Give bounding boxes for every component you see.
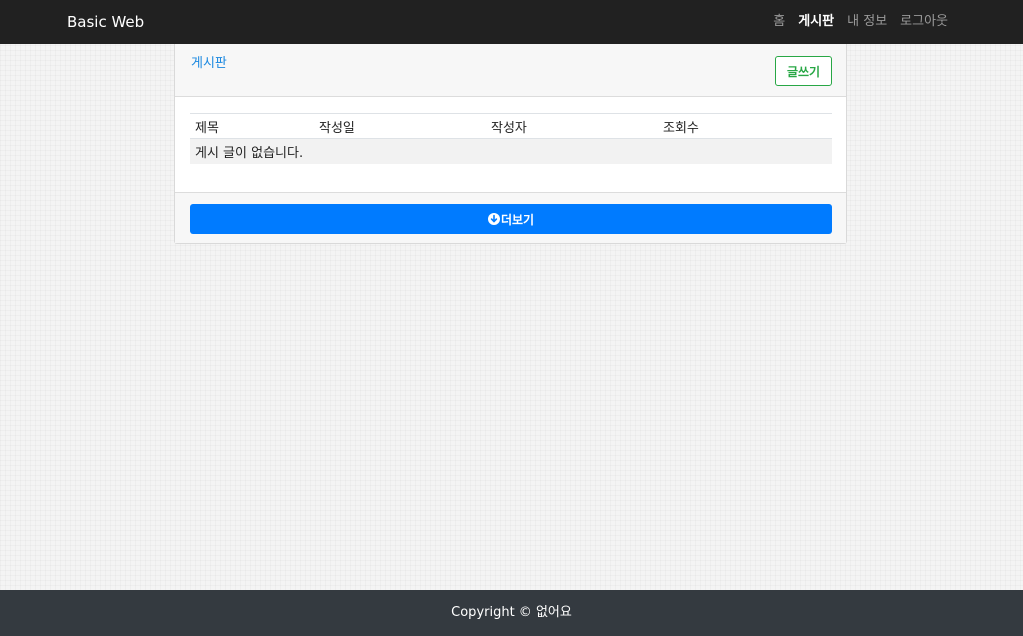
column-header-title[interactable]: 제목	[190, 113, 314, 139]
page-footer: Copyright © 없어요	[0, 590, 1023, 636]
board-card: 게시판 글쓰기 제목 작성일 작성자 조회수 게시 글이 없습니다. 더보기	[174, 44, 847, 244]
table-row: 게시 글이 없습니다.	[190, 138, 832, 164]
write-post-button[interactable]: 글쓰기	[775, 56, 832, 86]
board-card-footer: 더보기	[175, 192, 846, 243]
load-more-button[interactable]: 더보기	[190, 204, 832, 234]
load-more-label: 더보기	[500, 212, 535, 227]
board-card-header: 게시판 글쓰기	[175, 44, 846, 97]
board-title: 게시판	[191, 56, 227, 71]
brand-link[interactable]: Basic Web	[67, 12, 144, 32]
copyright-text: Copyright © 없어요	[451, 605, 572, 620]
table-header-row: 제목 작성일 작성자 조회수	[190, 113, 832, 139]
column-header-date[interactable]: 작성일	[314, 113, 486, 139]
nav-link-my-info[interactable]: 내 정보	[847, 13, 887, 31]
nav-link-home[interactable]: 홈	[773, 13, 785, 31]
column-header-views[interactable]: 조회수	[658, 113, 832, 139]
top-navbar: Basic Web 홈 게시판 내 정보 로그아웃	[0, 0, 1023, 44]
nav-link-logout[interactable]: 로그아웃	[900, 13, 948, 31]
empty-message: 게시 글이 없습니다.	[190, 138, 832, 164]
arrow-circle-down-icon	[487, 213, 500, 225]
column-header-author[interactable]: 작성자	[486, 113, 658, 139]
board-table: 제목 작성일 작성자 조회수 게시 글이 없습니다.	[190, 113, 832, 164]
nav-links: 홈 게시판 내 정보 로그아웃	[773, 13, 948, 31]
nav-link-board[interactable]: 게시판	[798, 13, 834, 31]
